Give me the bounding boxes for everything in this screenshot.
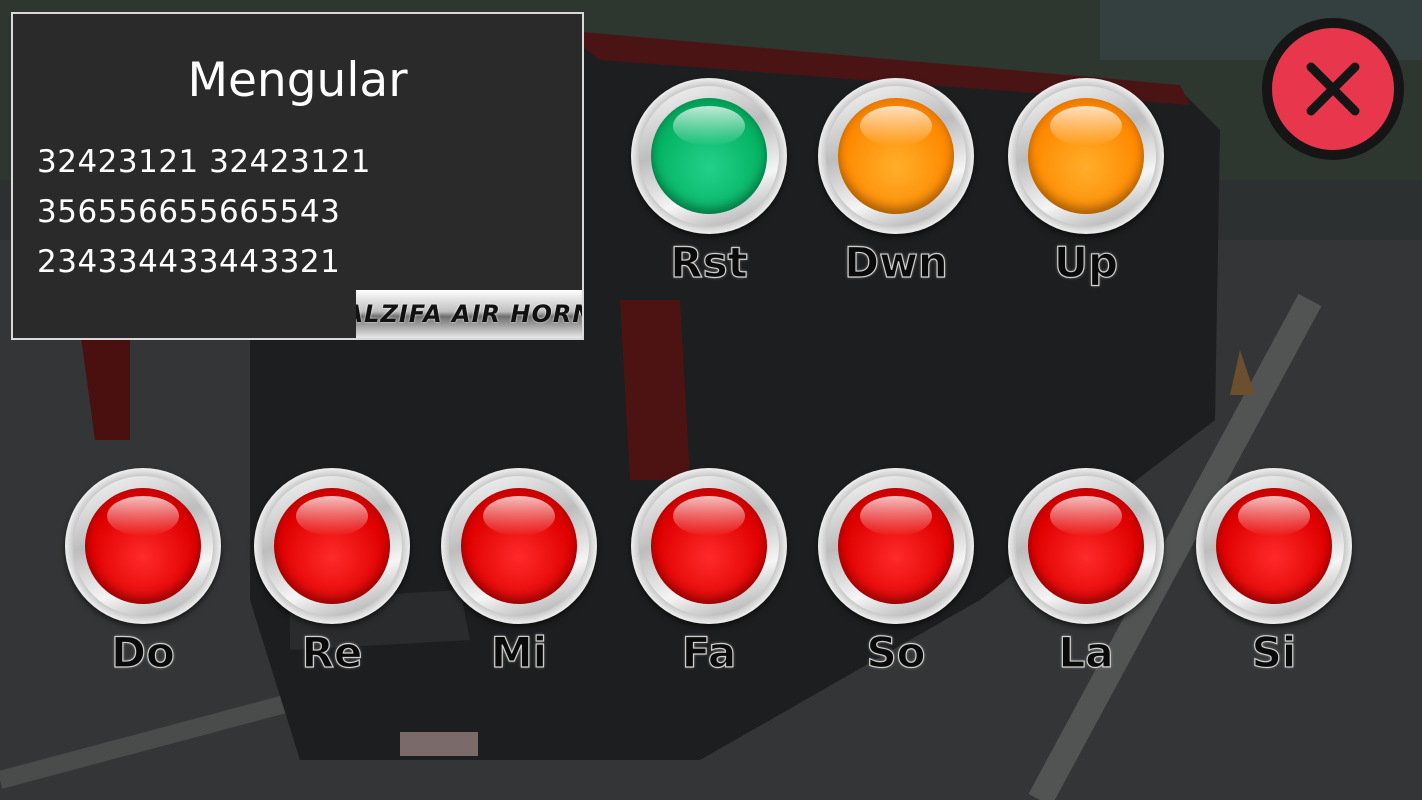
note-label-mi: Mi [490,627,548,677]
note-sequence: 32423121 32423121 356556655665543 234334… [37,137,371,287]
brand-logo-text: ALZIFA AIR HORN [356,300,582,328]
note-button-re[interactable]: Re [254,468,410,678]
note-line: 32423121 32423121 [37,144,371,180]
pitch-down-button[interactable]: Dwn [818,78,974,288]
note-button-so[interactable]: So [818,468,974,678]
note-label-fa: Fa [681,627,737,677]
note-button-si[interactable]: Si [1196,468,1352,678]
song-title: Mengular [187,53,408,108]
note-line: 356556655665543 [37,194,341,230]
close-icon [1306,62,1360,116]
note-label-la: La [1058,627,1114,677]
note-button-la[interactable]: La [1008,468,1164,678]
pitch-up-label: Up [1053,237,1119,287]
close-button[interactable] [1262,18,1404,160]
note-button-mi[interactable]: Mi [441,468,597,678]
note-label-so: So [866,627,926,677]
song-info-panel: Mengular 32423121 32423121 3565566556655… [11,12,584,340]
note-label-si: Si [1251,627,1297,677]
note-line: 234334433443321 [37,244,341,280]
note-button-do[interactable]: Do [65,468,221,678]
reset-label: Rst [670,237,749,287]
reset-button[interactable]: Rst [631,78,787,288]
note-button-fa[interactable]: Fa [631,468,787,678]
pitch-up-button[interactable]: Up [1008,78,1164,288]
pitch-down-label: Dwn [844,237,949,287]
note-label-do: Do [111,627,176,677]
note-label-re: Re [301,627,363,677]
brand-logo: ALZIFA AIR HORN [356,290,582,338]
